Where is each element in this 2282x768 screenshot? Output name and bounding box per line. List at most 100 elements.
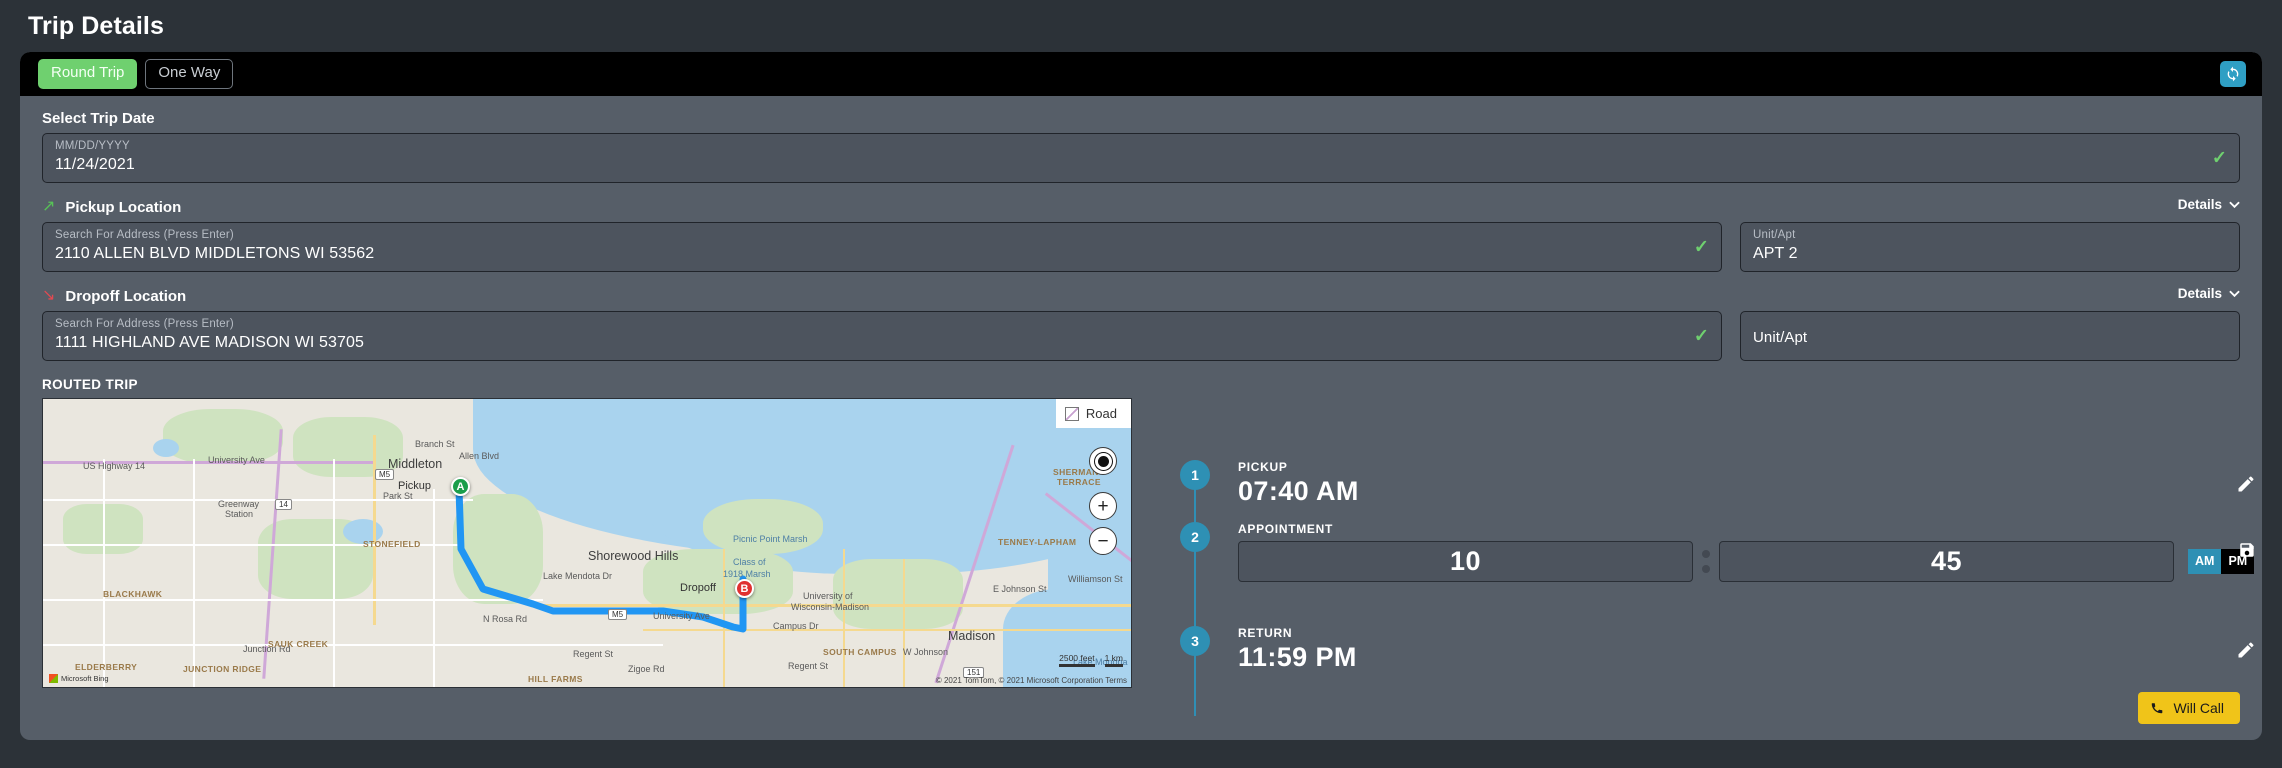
dropoff-details-toggle[interactable]: Details bbox=[2178, 286, 2240, 301]
map-label: Branch St bbox=[415, 439, 455, 449]
dropoff-location-header: ↘ Dropoff Location Details bbox=[42, 286, 2240, 306]
locate-icon bbox=[1097, 455, 1109, 467]
trip-date-value: 11/24/2021 bbox=[55, 156, 135, 173]
appointment-save-icon[interactable] bbox=[2238, 540, 2256, 560]
appointment-minute-input[interactable]: 45 bbox=[1719, 541, 2174, 582]
map-label: Shorewood Hills bbox=[588, 549, 679, 563]
map-label: Zigoe Rd bbox=[628, 664, 665, 674]
map-route-shield: M5 bbox=[608, 609, 628, 620]
trip-details-panel: Round Trip One Way Select Trip Date MM/D… bbox=[20, 52, 2262, 740]
pickup-details-toggle[interactable]: Details bbox=[2178, 197, 2240, 212]
chevron-down-icon bbox=[2229, 201, 2240, 208]
dropoff-location-label: Dropoff Location bbox=[65, 287, 187, 305]
timeline-step-1-badge: 1 bbox=[1180, 460, 1210, 490]
map-label: Park St bbox=[383, 491, 413, 501]
map-brand-label: Microsoft Bing bbox=[61, 674, 109, 683]
road-layer-label: Road bbox=[1085, 406, 1117, 421]
scale-metric: 1 km bbox=[1104, 653, 1123, 667]
page-title: Trip Details bbox=[28, 12, 164, 40]
map-route-shield: 14 bbox=[275, 499, 292, 510]
timeline-step-appointment: 2 APPOINTMENT 10 45 AM PM bbox=[1180, 522, 2260, 582]
pickup-map-pin-label: Pickup bbox=[398, 480, 432, 492]
appointment-caption: APPOINTMENT bbox=[1238, 522, 1334, 536]
refresh-icon[interactable] bbox=[2220, 61, 2246, 87]
map-label: University Ave bbox=[208, 455, 265, 465]
map-label: W Johnson bbox=[903, 647, 949, 657]
pickup-details-label: Details bbox=[2177, 197, 2222, 212]
map-road-layer-toggle[interactable]: Road bbox=[1055, 399, 1131, 428]
map-label: STONEFIELD bbox=[363, 539, 421, 549]
road-layer-icon bbox=[1064, 406, 1079, 421]
trip-type-bar: Round Trip One Way bbox=[20, 52, 2262, 96]
dropoff-unit-input[interactable]: Unit/Apt bbox=[1740, 311, 2240, 361]
dropoff-address-input[interactable]: Search For Address (Press Enter) 1111 HI… bbox=[42, 311, 1722, 361]
pickup-time-value: 07:40 AM bbox=[1238, 476, 1359, 506]
route-polyline bbox=[455, 485, 747, 633]
map-label: Campus Dr bbox=[773, 621, 819, 631]
dropoff-arrow-icon: ↘ bbox=[42, 287, 56, 304]
trip-date-input[interactable]: MM/DD/YYYY 11/24/2021 ✓ bbox=[42, 133, 2240, 183]
pickup-address-value: 2110 ALLEN BLVD MIDDLETONS WI 53562 bbox=[55, 245, 375, 262]
map-zoom-out-button[interactable]: − bbox=[1089, 527, 1117, 555]
map-label: 1918 Marsh bbox=[723, 569, 771, 579]
pickup-unit-placeholder: Unit/Apt bbox=[1753, 229, 1796, 241]
pickup-edit-pencil-icon[interactable] bbox=[2236, 474, 2256, 494]
map-label: Allen Blvd bbox=[459, 451, 500, 461]
map-brand-logo: Microsoft Bing bbox=[49, 674, 109, 683]
map-label: Williamson St bbox=[1068, 574, 1123, 584]
map-label: Middleton bbox=[388, 457, 443, 471]
dropoff-valid-check-icon: ✓ bbox=[1693, 325, 1709, 346]
map-label: Station bbox=[225, 509, 254, 519]
one-way-button[interactable]: One Way bbox=[145, 59, 234, 89]
map-label: Madison bbox=[948, 629, 996, 643]
pickup-arrow-icon: ↗ bbox=[42, 198, 56, 215]
pickup-valid-check-icon: ✓ bbox=[1693, 236, 1709, 257]
routed-trip-label: ROUTED TRIP bbox=[42, 377, 138, 392]
dropoff-address-placeholder: Search For Address (Press Enter) bbox=[55, 318, 234, 330]
dropoff-map-pin-label: Dropoff bbox=[680, 582, 716, 594]
dropoff-details-label: Details bbox=[2177, 286, 2222, 301]
map-label: SOUTH CAMPUS bbox=[823, 647, 897, 657]
map-label: Class of bbox=[733, 557, 766, 567]
pickup-unit-input[interactable]: Unit/Apt APT 2 bbox=[1740, 222, 2240, 272]
round-trip-button[interactable]: Round Trip bbox=[38, 59, 138, 89]
map-zoom-in-button[interactable]: + bbox=[1089, 492, 1117, 520]
map-label: Wisconsin-Madison bbox=[791, 602, 870, 612]
map-credit: © 2021 TomTom, © 2021 Microsoft Corporat… bbox=[935, 676, 1127, 685]
map-scale-bar: 2500 feet 1 km bbox=[1059, 653, 1123, 667]
select-trip-date-label: Select Trip Date bbox=[42, 110, 155, 127]
pickup-location-label: Pickup Location bbox=[65, 198, 182, 216]
time-colon-separator bbox=[1695, 550, 1717, 573]
will-call-button[interactable]: Will Call bbox=[2138, 692, 2240, 724]
map-label: US Highway 14 bbox=[83, 461, 146, 471]
map-label: JUNCTION RIDGE bbox=[183, 664, 262, 674]
will-call-label: Will Call bbox=[2173, 700, 2224, 716]
map-label: University of bbox=[803, 591, 853, 601]
phone-icon bbox=[2152, 703, 2163, 714]
appointment-hour-input[interactable]: 10 bbox=[1238, 541, 1693, 582]
map-label: Picnic Point Marsh bbox=[733, 534, 808, 544]
route-map[interactable]: Middleton Shorewood Hills Madison Universit… bbox=[42, 398, 1132, 688]
map-label: HILL FARMS bbox=[528, 674, 583, 684]
dropoff-unit-placeholder: Unit/Apt bbox=[1753, 329, 1808, 346]
dropoff-address-value: 1111 HIGHLAND AVE MADISON WI 53705 bbox=[55, 334, 364, 351]
meridiem-am-button[interactable]: AM bbox=[2188, 549, 2222, 574]
map-label: SAUK CREEK bbox=[268, 639, 329, 649]
return-edit-pencil-icon[interactable] bbox=[2236, 640, 2256, 660]
pickup-map-pin[interactable]: A bbox=[451, 477, 470, 496]
trip-timeline: 1 PICKUP 07:40 AM 2 APPOINTMENT 10 45 AM… bbox=[1180, 460, 2260, 720]
timeline-step-pickup: 1 PICKUP 07:40 AM bbox=[1180, 460, 2260, 508]
pickup-address-placeholder: Search For Address (Press Enter) bbox=[55, 229, 234, 241]
pickup-time-caption: PICKUP bbox=[1238, 460, 1288, 474]
dropoff-map-pin[interactable]: B bbox=[735, 579, 754, 598]
pickup-location-header: ↗ Pickup Location Details bbox=[42, 197, 2240, 217]
bing-logo-icon bbox=[49, 674, 58, 683]
map-label: TENNEY-LAPHAM bbox=[998, 537, 1077, 547]
map-locate-button[interactable] bbox=[1089, 447, 1117, 475]
map-label: University Ave bbox=[653, 611, 710, 621]
pickup-address-input[interactable]: Search For Address (Press Enter) 2110 AL… bbox=[42, 222, 1722, 272]
map-label: Regent St bbox=[788, 661, 829, 671]
timeline-step-2-badge: 2 bbox=[1180, 522, 1210, 552]
map-label: N Rosa Rd bbox=[483, 614, 528, 624]
pickup-unit-value: APT 2 bbox=[1753, 245, 1798, 262]
